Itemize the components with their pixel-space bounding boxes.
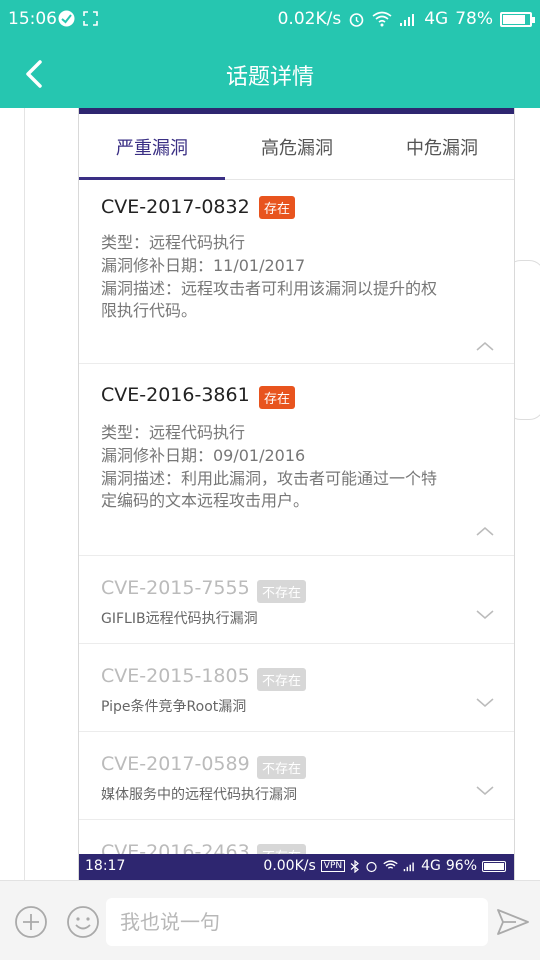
chevron-down-icon[interactable]: [476, 697, 494, 709]
vuln-description-cont: 限执行代码。: [101, 301, 198, 320]
cve-id: CVE-2015-7555: [101, 577, 250, 599]
network-type: 4G: [424, 9, 449, 29]
image-status-right: 0.00K/s VPN 4G 96%: [263, 858, 506, 874]
wifi-icon: [383, 860, 398, 869]
chevron-down-icon[interactable]: [476, 785, 494, 797]
battery-icon: [500, 11, 535, 27]
image-battery-percent: 96%: [445, 858, 477, 874]
status-time: 15:06: [8, 9, 57, 29]
image-status-time: 18:17: [85, 858, 126, 874]
vuln-item[interactable]: CVE-2015-7555 不存在 GIFLIB远程代码执行漏洞: [79, 556, 514, 644]
image-status-bar: 18:17 0.00K/s VPN 4G 96%: [79, 854, 514, 880]
wifi-icon: [372, 11, 392, 27]
emoji-icon[interactable]: [66, 905, 100, 939]
patch-date: 漏洞修补日期：11/01/2017: [101, 256, 306, 275]
vuln-description: 漏洞描述：远程攻击者可利用该漏洞以提升的权: [101, 279, 438, 298]
status-right: 0.02K/s 4G 78%: [277, 9, 535, 29]
vuln-description-cont: 定编码的文本远程攻击用户。: [101, 491, 310, 510]
image-network-type: 4G: [421, 858, 441, 874]
status-badge: 存在: [259, 196, 296, 219]
signal-icon: [400, 13, 415, 26]
status-bar: 15:06 0.02K/s 4G 78%: [0, 0, 540, 38]
comment-composer: [0, 880, 540, 960]
comment-input[interactable]: [106, 898, 488, 946]
vuln-item[interactable]: CVE-2017-0589 不存在 媒体服务中的远程代码执行漏洞: [79, 732, 514, 820]
cve-id: CVE-2016-3861: [101, 384, 250, 406]
battery-icon: [482, 860, 506, 872]
tab-critical[interactable]: 严重漏洞: [79, 134, 225, 160]
comment-input-box[interactable]: [106, 898, 488, 946]
tab-medium[interactable]: 中危漏洞: [369, 134, 514, 160]
add-icon[interactable]: [14, 905, 48, 939]
alarm-icon: [366, 861, 377, 872]
battery-percent: 78%: [455, 9, 493, 29]
vuln-title: GIFLIB远程代码执行漏洞: [101, 611, 258, 627]
signal-icon: [403, 862, 414, 871]
chevron-up-icon[interactable]: [476, 525, 494, 537]
status-badge: 存在: [259, 386, 296, 409]
app-notification-icon: [58, 10, 75, 27]
status-badge: 不存在: [257, 668, 307, 691]
vpn-badge: VPN: [320, 860, 346, 872]
vuln-item[interactable]: CVE-2017-0832 存在 类型：远程代码执行 漏洞修补日期：11/01/…: [79, 180, 514, 364]
patch-date: 漏洞修补日期：09/01/2016: [101, 446, 306, 465]
cve-id: CVE-2017-0589: [101, 753, 250, 775]
vuln-item[interactable]: CVE-2015-1805 不存在 Pipe条件竞争Root漏洞: [79, 644, 514, 732]
vuln-title: 媒体服务中的远程代码执行漏洞: [101, 787, 297, 803]
left-divider: [24, 108, 25, 880]
post-image[interactable]: 严重漏洞 高危漏洞 中危漏洞 CVE-2017-0832 存在 类型：远程代码执…: [78, 108, 515, 880]
bluetooth-icon: [350, 859, 360, 873]
scan-notification-icon: [83, 11, 98, 26]
status-badge: 不存在: [257, 756, 307, 779]
chevron-down-icon[interactable]: [476, 609, 494, 621]
vuln-type: 类型：远程代码执行: [101, 233, 246, 252]
vuln-type: 类型：远程代码执行: [101, 423, 246, 442]
send-icon[interactable]: [496, 907, 530, 937]
alarm-icon: [349, 12, 364, 27]
page-title: 话题详情: [225, 65, 314, 90]
vuln-title: Pipe条件竞争Root漏洞: [101, 699, 247, 715]
vuln-tabs: 严重漏洞 高危漏洞 中危漏洞: [79, 114, 514, 180]
vuln-item[interactable]: CVE-2016-3861 存在 类型：远程代码执行 漏洞修补日期：09/01/…: [79, 364, 514, 556]
image-network-speed: 0.00K/s: [263, 858, 316, 874]
chevron-up-icon[interactable]: [476, 340, 494, 352]
cve-id: CVE-2015-1805: [101, 665, 250, 687]
vuln-description: 漏洞描述：利用此漏洞，攻击者可能通过一个特: [101, 469, 438, 488]
tab-high[interactable]: 高危漏洞: [224, 134, 370, 160]
app-header: 话题详情: [0, 38, 540, 108]
network-speed: 0.02K/s: [277, 9, 342, 29]
status-badge: 不存在: [257, 580, 307, 603]
cve-id: CVE-2017-0832: [101, 196, 250, 218]
